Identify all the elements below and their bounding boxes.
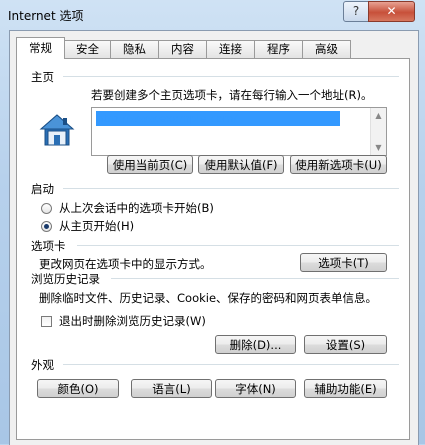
- close-button[interactable]: ✕: [368, 1, 415, 22]
- appearance-divider: [63, 364, 399, 365]
- close-icon: ✕: [386, 4, 397, 18]
- scroll-up-icon[interactable]: ▲: [371, 108, 386, 123]
- dialog-client: 常规 安全 隐私 内容 连接 程序 高级 主页 若要创建多个主页选项卡，请在每行…: [9, 30, 419, 445]
- appearance-section-title: 外观: [31, 358, 54, 372]
- tab-programs[interactable]: 程序: [254, 40, 303, 58]
- history-section-title: 浏览历史记录: [31, 272, 100, 286]
- home-icon: [39, 114, 75, 146]
- use-new-tab-button[interactable]: 使用新选项卡(U): [290, 155, 387, 174]
- tab-security[interactable]: 安全: [64, 40, 111, 58]
- tab-general[interactable]: 常规: [16, 37, 65, 59]
- delete-history-button[interactable]: 删除(D)...: [215, 335, 296, 354]
- startup-divider: [63, 188, 399, 189]
- startup-last-session-label[interactable]: 从上次会话中的选项卡开始(B): [59, 200, 214, 216]
- startup-homepage-label[interactable]: 从主页开始(H): [59, 218, 134, 234]
- textarea-scrollbar[interactable]: ▲ ▼: [370, 108, 386, 155]
- use-default-button[interactable]: 使用默认值(F): [198, 155, 284, 174]
- tab-content[interactable]: 内容: [158, 40, 207, 58]
- history-divider: [111, 278, 399, 279]
- homepage-url-textarea[interactable]: http://www.example.com/ ▲ ▼: [91, 107, 387, 156]
- help-button[interactable]: ?: [343, 1, 369, 22]
- startup-section-title: 启动: [31, 182, 54, 196]
- homepage-url-value: http://www.example.com/: [96, 111, 340, 126]
- startup-homepage-radio[interactable]: [41, 221, 52, 232]
- tabs-description: 更改网页在选项卡中的显示方式。: [39, 257, 212, 271]
- homepage-divider: [63, 76, 399, 77]
- history-settings-button[interactable]: 设置(S): [304, 335, 387, 354]
- scroll-down-icon[interactable]: ▼: [371, 140, 386, 155]
- window-title: Internet 选项: [8, 9, 84, 23]
- startup-last-session-radio[interactable]: [41, 203, 52, 214]
- tabs-section-title: 选项卡: [31, 239, 66, 253]
- tab-advanced[interactable]: 高级: [302, 40, 351, 58]
- tab-panel-general: 主页 若要创建多个主页选项卡，请在每行输入一个地址(R)。 http://www…: [16, 58, 410, 440]
- languages-button[interactable]: 语言(L): [131, 379, 212, 398]
- use-current-button[interactable]: 使用当前页(C): [107, 155, 193, 174]
- radio-selected-dot: [44, 224, 49, 229]
- accessibility-button[interactable]: 辅助功能(E): [304, 379, 387, 398]
- fonts-button[interactable]: 字体(N): [215, 379, 296, 398]
- tabs-divider: [77, 245, 399, 246]
- help-icon: ?: [352, 4, 360, 18]
- colors-button[interactable]: 颜色(O): [37, 379, 119, 398]
- delete-history-on-exit-label[interactable]: 退出时删除浏览历史记录(W): [59, 313, 206, 329]
- title-bar[interactable]: Internet 选项 ? ✕: [0, 0, 425, 30]
- homepage-section-title: 主页: [31, 70, 54, 84]
- delete-history-on-exit-checkbox[interactable]: [41, 316, 52, 327]
- tab-connections[interactable]: 连接: [206, 40, 255, 58]
- history-description: 删除临时文件、历史记录、Cookie、保存的密码和网页表单信息。: [39, 291, 378, 305]
- homepage-description: 若要创建多个主页选项卡，请在每行输入一个地址(R)。: [91, 88, 373, 102]
- tabs-settings-button[interactable]: 选项卡(T): [300, 253, 387, 272]
- internet-options-window: Internet 选项 ? ✕ 常规 安全 隐私 内容 连接 程序 高级 主页: [0, 0, 425, 445]
- tab-privacy[interactable]: 隐私: [110, 40, 159, 58]
